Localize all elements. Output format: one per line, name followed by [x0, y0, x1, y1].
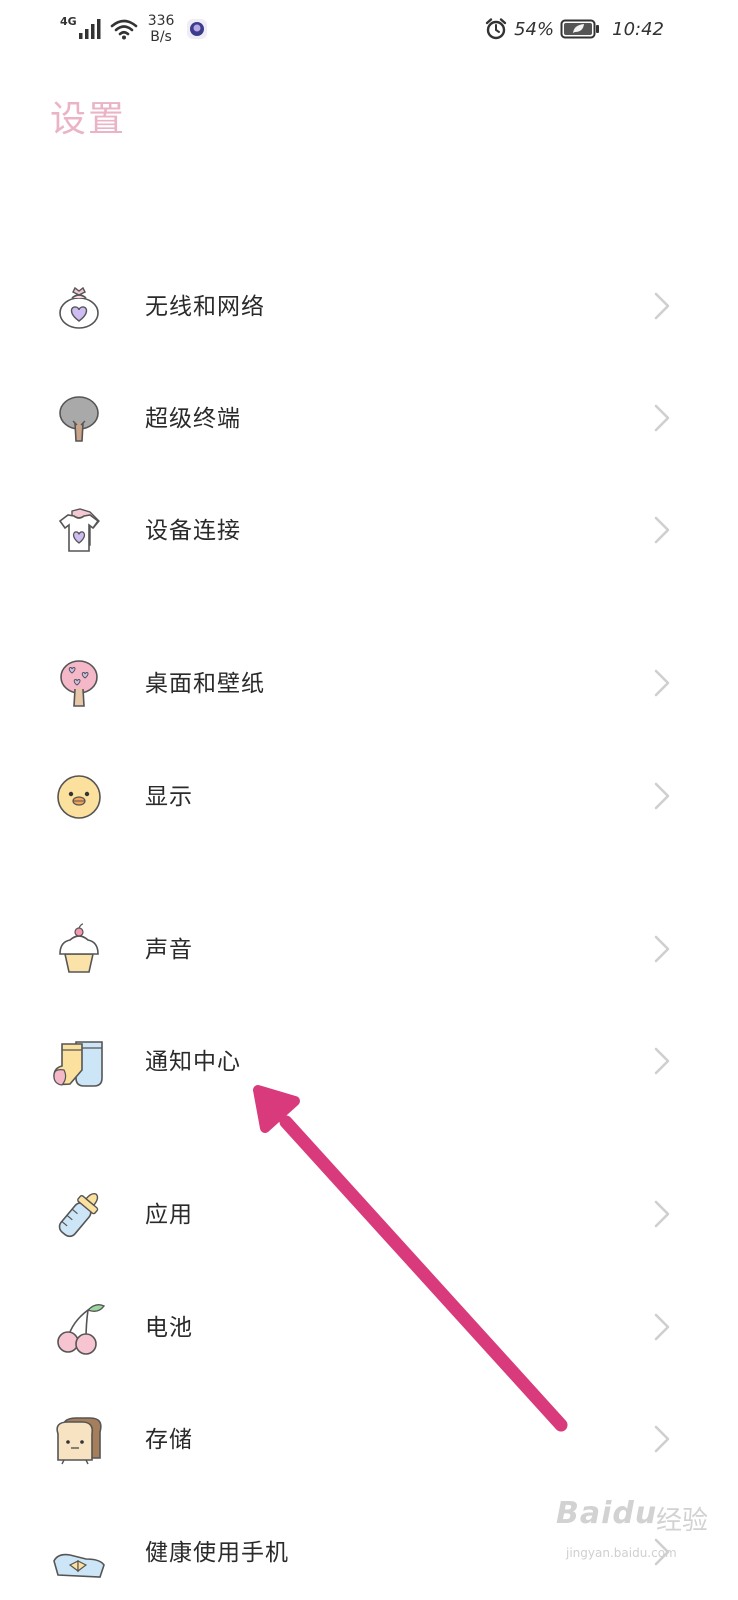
app-notification-icon: [187, 19, 208, 39]
heart-tree-icon: [60, 660, 98, 707]
speed-unit: B/s: [150, 29, 172, 45]
settings-item-wireless-network[interactable]: 无线和网络: [0, 257, 738, 357]
settings-item-label: 电池: [145, 1315, 193, 1341]
settings-item-label: 显示: [145, 784, 193, 810]
settings-item-notification-center[interactable]: 通知中心: [0, 1012, 738, 1112]
signal-icon: [78, 19, 101, 39]
status-left: 4G 336 B/s: [60, 12, 208, 46]
settings-item-label: 应用: [145, 1202, 193, 1228]
settings-screen: 4G 336 B/s 54% 10:42 设置 无线和网络 超级终端 设备连接 …: [0, 0, 738, 1600]
toast-icon: [56, 1417, 102, 1465]
chevron-right-icon: [654, 1425, 670, 1453]
chevron-right-icon: [654, 935, 670, 963]
settings-item-label: 桌面和壁纸: [145, 671, 265, 697]
network-speed: 336 B/s: [148, 13, 175, 45]
socks-icon: [53, 1041, 103, 1087]
chevron-right-icon: [654, 1047, 670, 1075]
settings-item-battery[interactable]: 电池: [0, 1278, 738, 1378]
baidu-watermark: Baidu 经验 jingyan.baidu.com: [556, 1496, 726, 1570]
speed-value: 336: [147, 13, 175, 29]
baby-bottle-icon: [58, 1192, 99, 1238]
settings-item-display[interactable]: 显示: [0, 747, 738, 847]
chevron-right-icon: [654, 1200, 670, 1228]
chevron-right-icon: [654, 782, 670, 810]
settings-item-sound[interactable]: 声音: [0, 900, 738, 1000]
settings-item-label: 通知中心: [145, 1049, 241, 1075]
duck-icon: [57, 775, 101, 819]
clock-time: 10:42: [612, 18, 664, 40]
settings-item-label: 存储: [145, 1427, 193, 1453]
watermark-suffix: 经验: [656, 1506, 709, 1536]
chevron-right-icon: [654, 516, 670, 544]
settings-item-apps[interactable]: 应用: [0, 1165, 738, 1265]
chevron-right-icon: [654, 404, 670, 432]
battery-percentage: 54%: [514, 18, 555, 40]
wifi-icon: [110, 19, 137, 40]
settings-item-device-connection[interactable]: 设备连接: [0, 481, 738, 581]
settings-item-label: 健康使用手机: [145, 1540, 289, 1566]
page-title: 设置: [50, 99, 127, 140]
chevron-right-icon: [654, 292, 670, 320]
settings-item-label: 设备连接: [145, 518, 241, 544]
settings-item-label: 声音: [145, 937, 193, 963]
chevron-right-icon: [654, 1313, 670, 1341]
status-bar: 4G 336 B/s 54% 10:42: [0, 0, 738, 58]
settings-item-label: 超级终端: [145, 406, 241, 432]
purse-heart-icon: [59, 286, 99, 329]
network-type: 4G: [60, 14, 77, 28]
status-right: 54% 10:42: [484, 12, 664, 46]
settings-item-super-device[interactable]: 超级终端: [0, 369, 738, 469]
shirt-icon: [58, 508, 100, 552]
cherry-icon: [57, 1303, 106, 1355]
alarm-icon: [485, 18, 507, 40]
bow-icon: [53, 1553, 105, 1578]
settings-item-desktop-wallpaper[interactable]: 桌面和壁纸: [0, 634, 738, 734]
chevron-right-icon: [654, 669, 670, 697]
watermark-brand: Baidu: [556, 1496, 658, 1531]
settings-item-label: 无线和网络: [145, 294, 265, 320]
watermark-url: jingyan.baidu.com: [566, 1546, 677, 1560]
battery-icon: [560, 19, 600, 39]
tree-icon: [59, 396, 99, 442]
settings-item-storage[interactable]: 存储: [0, 1390, 738, 1490]
cupcake-icon: [59, 923, 99, 973]
